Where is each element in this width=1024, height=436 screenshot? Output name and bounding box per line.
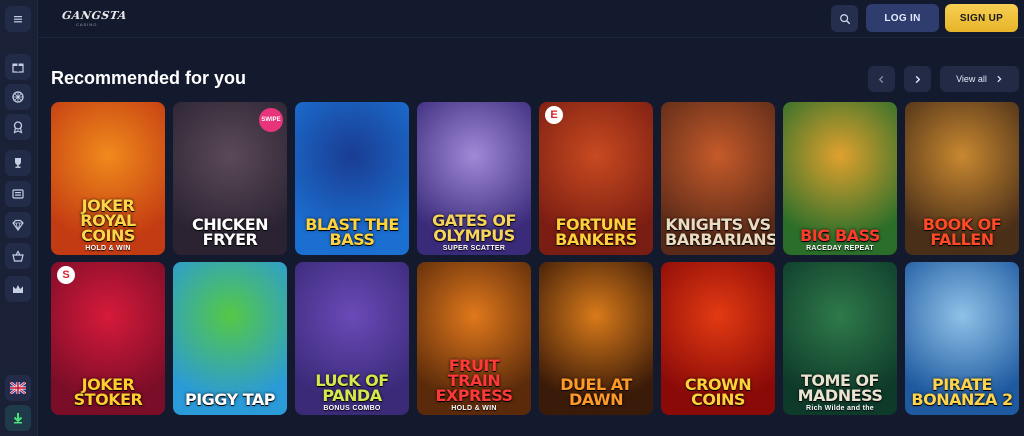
game-title: Big Bass <box>800 226 880 245</box>
game-card[interactable]: Big Bass RACEDAY REPEAT <box>783 102 897 255</box>
game-card[interactable]: Luck of Panda BONUS COMBO <box>295 262 409 415</box>
game-card[interactable]: Joker Royal Coins HOLD & WIN <box>51 102 165 255</box>
trophy-icon[interactable] <box>5 150 31 176</box>
game-title: Joker Royal Coins <box>80 196 136 245</box>
game-card[interactable]: Book of Fallen <box>905 102 1019 255</box>
view-all-label: View all <box>956 74 987 84</box>
game-title: Crown Coins <box>684 375 752 409</box>
game-card[interactable]: Gates of Olympus SUPER SCATTER <box>417 102 531 255</box>
sidebar <box>0 0 38 436</box>
game-card[interactable]: Knights vs Barbarians <box>661 102 775 255</box>
cashier-icon[interactable] <box>5 181 31 207</box>
logo-text: GANGSTA <box>61 9 128 22</box>
crown-icon[interactable] <box>5 276 31 302</box>
game-card[interactable]: Fruit Train Express HOLD & WIN <box>417 262 531 415</box>
section-title: Recommended for you <box>51 68 247 88</box>
game-card[interactable]: Pirate Bonanza 2 <box>905 262 1019 415</box>
top-header: GANGSTA CASINO LOG IN SIGN UP <box>38 0 1024 38</box>
swipe-badge: SWIPE <box>259 108 283 132</box>
carousel-prev-button[interactable] <box>868 66 895 92</box>
game-title: Piggy Tap <box>184 390 276 409</box>
game-title: Duel at Dawn <box>560 375 632 409</box>
provider-badge: S <box>57 266 75 284</box>
game-title: Fortune Bankers <box>555 215 637 249</box>
game-title: Chicken Fryer <box>191 215 269 249</box>
game-subtitle: SUPER SCATTER <box>442 245 506 252</box>
badge-icon[interactable] <box>5 114 31 140</box>
game-card[interactable]: Fortune Bankers E <box>539 102 653 255</box>
provider-badge: E <box>545 106 563 124</box>
game-card[interactable]: Piggy Tap <box>173 262 287 415</box>
diamond-icon[interactable] <box>5 212 31 238</box>
game-title: Luck of Panda <box>315 371 389 405</box>
signup-button[interactable]: SIGN UP <box>945 4 1018 32</box>
game-title: Pirate Bonanza 2 <box>911 375 1013 409</box>
game-title: Blast the Bass <box>305 215 399 249</box>
gift-icon[interactable] <box>5 54 31 80</box>
game-card[interactable]: Duel at Dawn <box>539 262 653 415</box>
hamburger-icon[interactable] <box>5 6 31 32</box>
game-title: Joker Stoker <box>73 375 143 409</box>
game-subtitle: BONUS COMBO <box>323 405 381 412</box>
game-title: Knights vs Barbarians <box>665 215 775 249</box>
game-card[interactable]: Chicken Fryer SWIPE <box>173 102 287 255</box>
login-button[interactable]: LOG IN <box>866 4 939 32</box>
game-subtitle: Rich Wilde and the <box>806 405 874 412</box>
search-button[interactable] <box>831 5 858 32</box>
game-title: Tome of Madness <box>797 371 883 405</box>
game-card[interactable]: Tome of Madness Rich Wilde and the <box>783 262 897 415</box>
search-icon <box>839 13 850 24</box>
game-title: Gates of Olympus <box>432 211 516 245</box>
uk-flag-icon[interactable] <box>5 375 31 401</box>
game-subtitle: HOLD & WIN <box>451 405 497 412</box>
view-all-button[interactable]: View all <box>940 66 1019 92</box>
logo-subtext: CASINO <box>76 22 98 27</box>
download-icon[interactable] <box>5 405 31 431</box>
game-card[interactable]: Joker Stoker S <box>51 262 165 415</box>
game-title: Fruit Train Express <box>435 356 513 405</box>
carousel-next-button[interactable] <box>904 66 931 92</box>
game-card[interactable]: Blast the Bass <box>295 102 409 255</box>
chevron-right-icon <box>915 75 921 83</box>
game-subtitle: RACEDAY REPEAT <box>806 245 874 252</box>
basket-icon[interactable] <box>5 243 31 269</box>
chevron-left-icon <box>878 75 884 83</box>
game-card[interactable]: Crown Coins <box>661 262 775 415</box>
game-title: Book of Fallen <box>922 215 1002 249</box>
game-subtitle: HOLD & WIN <box>85 245 131 252</box>
chevron-right-icon <box>997 75 1002 83</box>
wheel-icon[interactable] <box>5 84 31 110</box>
casino-logo[interactable]: GANGSTA CASINO <box>61 6 128 28</box>
